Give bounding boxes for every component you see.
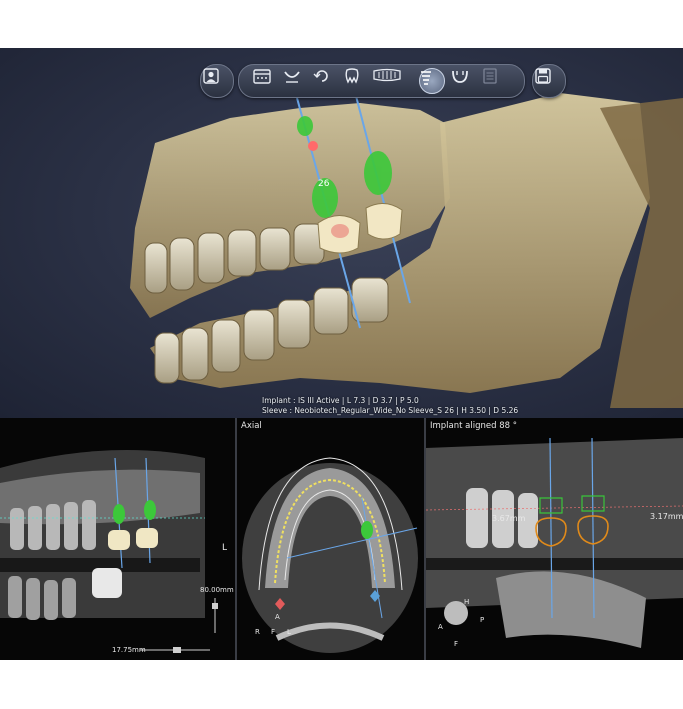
axial-label-r: R xyxy=(255,628,260,636)
implant-info-overlay: Implant : IS III Active | L 7.3 | D 3.7 … xyxy=(262,396,518,416)
axial-label-a: A xyxy=(275,613,280,621)
patient-icon[interactable] xyxy=(203,68,229,94)
cross-label-p: P xyxy=(480,616,485,624)
implant-aligned-view[interactable]: Implant aligned 88 ° 3.67mm 3.17mm A H F… xyxy=(426,418,683,660)
orientation-label: L xyxy=(222,543,228,553)
axial-label-l: L xyxy=(287,628,291,636)
right-measure: 3.17mm xyxy=(650,512,683,521)
panoramic-icon[interactable] xyxy=(373,68,413,94)
tools-group xyxy=(238,64,525,98)
implant-info: Implant : IS III Active | L 7.3 | D 3.7 … xyxy=(262,396,419,405)
cross-section-title: Implant aligned 88 ° xyxy=(430,421,517,431)
save-group xyxy=(532,64,566,98)
cross-section-image xyxy=(426,418,683,660)
patient-group xyxy=(200,64,234,98)
sleeve-info: Sleeve : Neobiotech_Regular_Wide_No Slee… xyxy=(262,406,519,415)
axial-image xyxy=(237,418,424,660)
axial-label-f: F xyxy=(271,628,276,636)
dental-implant-planner: 26 Implant: IS III Active | L 7.3 | D 3… xyxy=(0,48,683,660)
tooth-icon[interactable] xyxy=(343,68,369,94)
tooth-number: 26 xyxy=(318,179,330,189)
arch-curve-icon[interactable] xyxy=(283,68,309,94)
left-measure: 3.67mm xyxy=(492,514,526,523)
axial-title: Axial xyxy=(241,421,262,431)
panoramic-view[interactable]: L 80.00mm 17.75mm xyxy=(0,418,235,660)
scale-label: 17.75mm xyxy=(112,646,146,654)
cross-label-a: A xyxy=(438,623,443,631)
panoramic-image xyxy=(0,418,235,660)
rotate-icon[interactable] xyxy=(313,68,339,94)
report-icon[interactable] xyxy=(483,68,509,94)
guide-icon[interactable] xyxy=(451,68,477,94)
3d-view[interactable]: 26 Implant: IS III Active | L 7.3 | D 3… xyxy=(0,48,683,418)
depth-label: 80.00mm xyxy=(200,586,234,594)
axial-view[interactable]: Axial A R F L xyxy=(237,418,424,660)
cross-label-h: H xyxy=(464,598,470,606)
cross-label-f: F xyxy=(454,640,459,648)
calendar-icon[interactable] xyxy=(253,68,279,94)
3d-skull-render: 26 xyxy=(130,93,683,408)
implant-icon[interactable] xyxy=(419,68,445,94)
save-icon[interactable] xyxy=(535,68,561,94)
